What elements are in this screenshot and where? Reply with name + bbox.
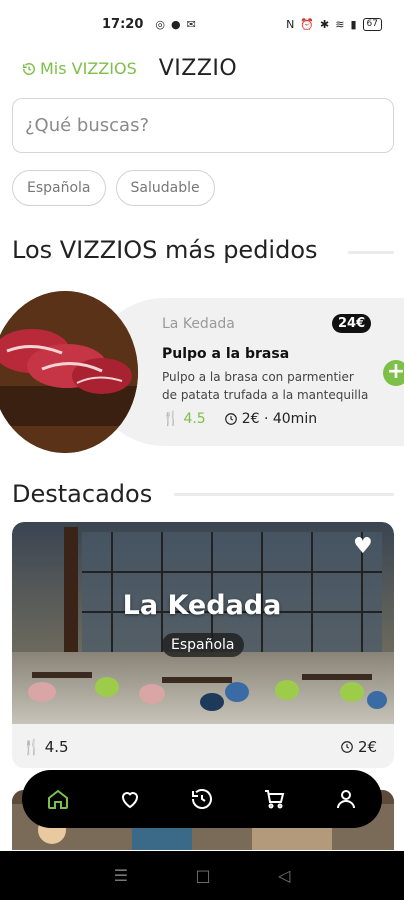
filter-chip-saludable[interactable]: Saludable: [115, 170, 215, 206]
popular-item-description: Pulpo a la brasa con parmentier de patat…: [162, 370, 369, 402]
search-input[interactable]: [12, 98, 394, 153]
brand-logo: VIZZIO: [158, 56, 238, 81]
featured-restaurant-cuisine: Española: [162, 633, 244, 657]
popular-item-name: Pulpo a la brasa: [162, 346, 290, 362]
system-icons: N ⏰ ✱ ≋ ▮ 67: [286, 17, 382, 31]
cutlery-icon: 🍴: [22, 738, 41, 756]
status-time: 17:20: [102, 16, 144, 32]
profile-icon: [337, 790, 355, 809]
nav-history[interactable]: [184, 781, 220, 817]
heart-icon: [121, 792, 139, 809]
featured-rating-value: 4.5: [44, 738, 69, 756]
featured-rating: 🍴 4.5: [22, 738, 69, 756]
bluetooth-icon: ✱: [320, 17, 330, 31]
popular-section-title: Los VIZZIOS más pedidos: [12, 236, 318, 264]
add-to-cart-button[interactable]: +: [383, 360, 404, 386]
gmail-icon: ✉: [186, 17, 196, 31]
bottom-navigation: [22, 770, 382, 828]
alarm-icon: ⏰: [300, 17, 315, 31]
back-icon[interactable]: ◁: [278, 866, 290, 885]
history-icon: [23, 62, 35, 75]
status-bar: 17:20 ◎ ● ✉ N ⏰ ✱ ≋ ▮ 67: [0, 0, 404, 48]
nav-cart[interactable]: [256, 781, 292, 817]
app-icon: ●: [171, 17, 181, 31]
popular-item-price: 24€: [332, 314, 372, 333]
mis-vizzios-label: Mis VIZZIOS: [40, 59, 137, 78]
wifi-icon: ≋: [335, 17, 345, 31]
delivery-fee-icon: [341, 741, 353, 753]
popular-item-meta: 🍴 4.5 2€ · 40min: [162, 411, 317, 427]
system-navigation-bar: ☰ □ ◁: [0, 851, 404, 900]
cart-icon: [265, 790, 285, 809]
header: Mis VIZZIOS VIZZIO: [22, 56, 237, 81]
favorite-heart-icon[interactable]: ♥: [353, 534, 373, 559]
home-button-icon[interactable]: □: [195, 866, 210, 885]
featured-restaurant-image: [12, 522, 394, 724]
cutlery-icon: 🍴: [162, 411, 180, 427]
featured-restaurant-name: La Kedada: [122, 590, 282, 621]
section-divider: [174, 493, 394, 496]
popular-item-restaurant: La Kedada: [162, 316, 235, 332]
nav-favorites[interactable]: [112, 781, 148, 817]
history-icon: [192, 789, 212, 809]
home-icon: [48, 789, 68, 809]
recent-apps-icon[interactable]: ☰: [114, 866, 128, 885]
section-divider: [348, 251, 394, 254]
battery-indicator: 67: [362, 17, 382, 31]
nfc-icon: N: [286, 17, 295, 31]
featured-delivery: 2€: [340, 738, 377, 756]
popular-item-delivery: 2€ · 40min: [241, 411, 318, 427]
notification-icons: ◎ ● ✉: [155, 18, 195, 31]
filter-chip-espanola[interactable]: Española: [12, 170, 106, 206]
mis-vizzios-button[interactable]: Mis VIZZIOS: [22, 59, 137, 78]
nav-profile[interactable]: [328, 781, 364, 817]
signal-icon: ▮: [350, 17, 357, 31]
filter-chips: Española Saludable: [12, 170, 215, 206]
featured-section-title: Destacados: [12, 480, 153, 508]
instagram-icon: ◎: [155, 17, 165, 31]
popular-item-rating: 4.5: [183, 411, 206, 427]
featured-delivery-fee: 2€: [358, 738, 378, 756]
nav-home[interactable]: [40, 781, 76, 817]
delivery-fee-icon: [224, 413, 237, 425]
